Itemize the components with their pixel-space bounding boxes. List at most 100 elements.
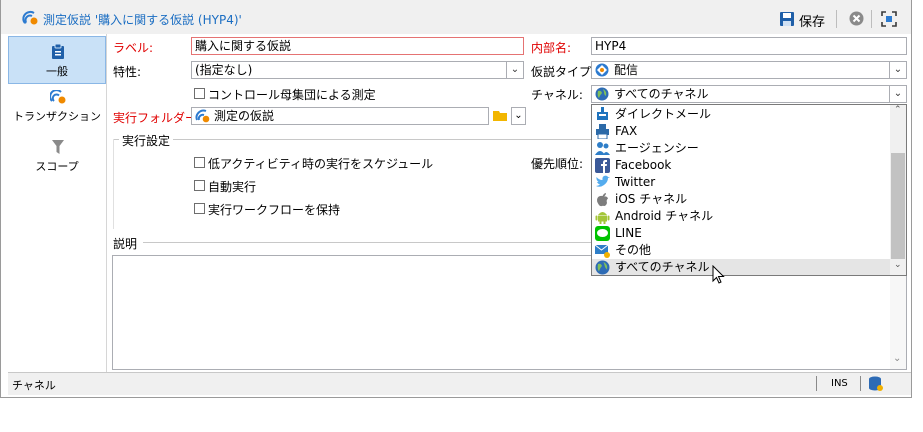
keep-workflow-checkbox[interactable] <box>194 203 205 214</box>
other-icon <box>595 244 610 258</box>
internal-name-caption: 内部名: <box>531 41 572 55</box>
line-icon <box>595 226 610 241</box>
option-label: エージェンシー <box>615 141 699 155</box>
auto-execute-label: 自動実行 <box>208 180 257 194</box>
channel-option-direct-mail[interactable]: ダイレクトメール <box>592 106 890 123</box>
option-label: その他 <box>615 243 652 257</box>
sidebar-item-general[interactable]: 一般 <box>8 36 106 84</box>
apple-icon <box>597 193 608 207</box>
status-bar: チャネル INS <box>8 372 911 395</box>
save-button[interactable]: 保存 <box>799 11 825 30</box>
auto-execute-checkbox[interactable] <box>194 180 205 191</box>
option-label: LINE <box>615 226 642 240</box>
insert-mode-indicator: INS <box>831 378 848 389</box>
priority-caption: 優先順位: <box>531 157 584 171</box>
clipboard-icon <box>52 43 64 59</box>
sidebar-item-label: トランザクション <box>13 110 101 123</box>
exec-settings-title: 実行設定 <box>119 132 174 149</box>
scrollbar-thumb[interactable] <box>891 153 905 259</box>
channel-option-line[interactable]: LINE <box>592 225 890 242</box>
transaction-icon <box>50 90 66 104</box>
option-label: Twitter <box>615 175 656 189</box>
control-group-label: コントロール母集団による測定 <box>208 88 376 102</box>
status-separator <box>860 376 861 391</box>
hypothesis-type-select[interactable]: 配信 ⌄ <box>591 61 907 79</box>
channel-option-other[interactable]: その他 <box>592 242 890 259</box>
android-icon <box>595 212 610 224</box>
attribute-select[interactable]: (指定なし) ⌄ <box>191 61 524 79</box>
channel-dropdown-list[interactable]: ダイレクトメール FAX エージェンシー Facebook Twitter iO… <box>591 104 907 276</box>
attribute-caption: 特性: <box>113 65 142 79</box>
hypothesis-type-caption: 仮説タイプ: <box>531 65 596 79</box>
exec-folder-value: 測定の仮説 <box>214 109 275 123</box>
database-icon[interactable] <box>868 376 884 392</box>
group-left-border <box>113 139 114 229</box>
hypothesis-window: 測定仮説 '購入に関する仮説 (HYP4)' 保存 一般 トランザクション スコ… <box>0 0 912 398</box>
agency-icon <box>595 142 610 155</box>
channel-select[interactable]: すべてのチャネル ⌄ <box>591 85 907 103</box>
dropdown-scrollbar[interactable]: ⌃ ⌄ <box>890 105 906 275</box>
option-label: FAX <box>615 124 638 138</box>
sidebar: 一般 トランザクション スコープ <box>8 34 107 372</box>
sidebar-item-transaction[interactable]: トランザクション <box>8 88 106 126</box>
mouse-cursor-icon <box>712 265 725 284</box>
channel-option-facebook[interactable]: Facebook <box>592 157 890 174</box>
hypothesis-type-value: 配信 <box>614 63 639 77</box>
filter-icon <box>52 140 64 154</box>
channel-option-fax[interactable]: FAX <box>592 123 890 140</box>
channel-value: すべてのチャネル <box>614 87 709 101</box>
channel-option-twitter[interactable]: Twitter <box>592 174 890 191</box>
close-record-icon[interactable] <box>849 11 864 26</box>
twitter-icon <box>596 175 610 187</box>
facebook-icon <box>595 158 610 173</box>
chevron-down-icon[interactable]: ⌄ <box>889 86 906 102</box>
window-title: 測定仮説 '購入に関する仮説 (HYP4)' <box>43 13 242 27</box>
channel-option-ios[interactable]: iOS チャネル <box>592 191 890 208</box>
sidebar-item-scope[interactable]: スコープ <box>8 138 106 176</box>
option-label: すべてのチャネル <box>615 260 710 274</box>
scroll-up-icon[interactable]: ⌃ <box>894 105 902 115</box>
option-label: Android チャネル <box>615 209 714 223</box>
channel-caption: チャネル: <box>531 88 583 102</box>
description-title: 説明 <box>113 237 138 251</box>
attribute-value: (指定なし) <box>195 63 253 77</box>
hypothesis-folder-icon <box>195 109 210 123</box>
sidebar-item-label: 一般 <box>46 65 68 78</box>
direct-mail-icon <box>597 107 608 120</box>
internal-name-input[interactable]: HYP4 <box>591 37 907 55</box>
channel-option-android[interactable]: Android チャネル <box>592 208 890 225</box>
option-label: ダイレクトメール <box>615 107 712 121</box>
label-caption: ラベル: <box>113 41 154 55</box>
schedule-low-activity-checkbox[interactable] <box>194 157 205 168</box>
exec-folder-input[interactable]: 測定の仮説 <box>191 107 489 125</box>
folder-dropdown-button[interactable]: ⌄ <box>511 107 526 125</box>
title-bar: 測定仮説 '購入に関する仮説 (HYP4)' 保存 <box>1 0 911 34</box>
status-separator <box>816 376 817 391</box>
globe-icon <box>595 260 610 275</box>
channel-option-agency[interactable]: エージェンシー <box>592 140 890 157</box>
toolbar-separator <box>871 10 872 28</box>
status-text: チャネル <box>12 379 56 392</box>
channel-option-all[interactable]: すべてのチャネル <box>592 259 890 275</box>
hypothesis-icon <box>22 10 38 25</box>
keep-workflow-label: 実行ワークフローを保持 <box>208 203 341 217</box>
globe-icon <box>595 87 609 101</box>
chevron-down-icon[interactable]: ⌄ <box>889 62 906 78</box>
delivery-icon <box>595 63 609 77</box>
scroll-down-icon[interactable]: ⌄ <box>894 260 902 270</box>
chevron-down-icon[interactable]: ⌄ <box>506 62 523 78</box>
control-group-checkbox[interactable] <box>194 88 205 99</box>
option-label: iOS チャネル <box>615 192 688 206</box>
schedule-low-activity-label: 低アクティビティ時の実行をスケジュール <box>208 157 434 171</box>
save-icon[interactable] <box>779 11 795 27</box>
description-separator <box>143 242 591 243</box>
scroll-down-icon[interactable]: ⌄ <box>893 353 901 364</box>
exec-folder-caption: 実行フォルダー: <box>113 111 202 125</box>
folder-icon[interactable] <box>493 109 508 122</box>
label-input[interactable]: 購入に関する仮説 <box>191 37 524 55</box>
sidebar-item-label: スコープ <box>35 160 79 173</box>
fax-icon <box>596 124 609 139</box>
toolbar-separator <box>836 10 837 28</box>
option-label: Facebook <box>615 158 672 172</box>
maximize-icon[interactable] <box>881 11 897 27</box>
